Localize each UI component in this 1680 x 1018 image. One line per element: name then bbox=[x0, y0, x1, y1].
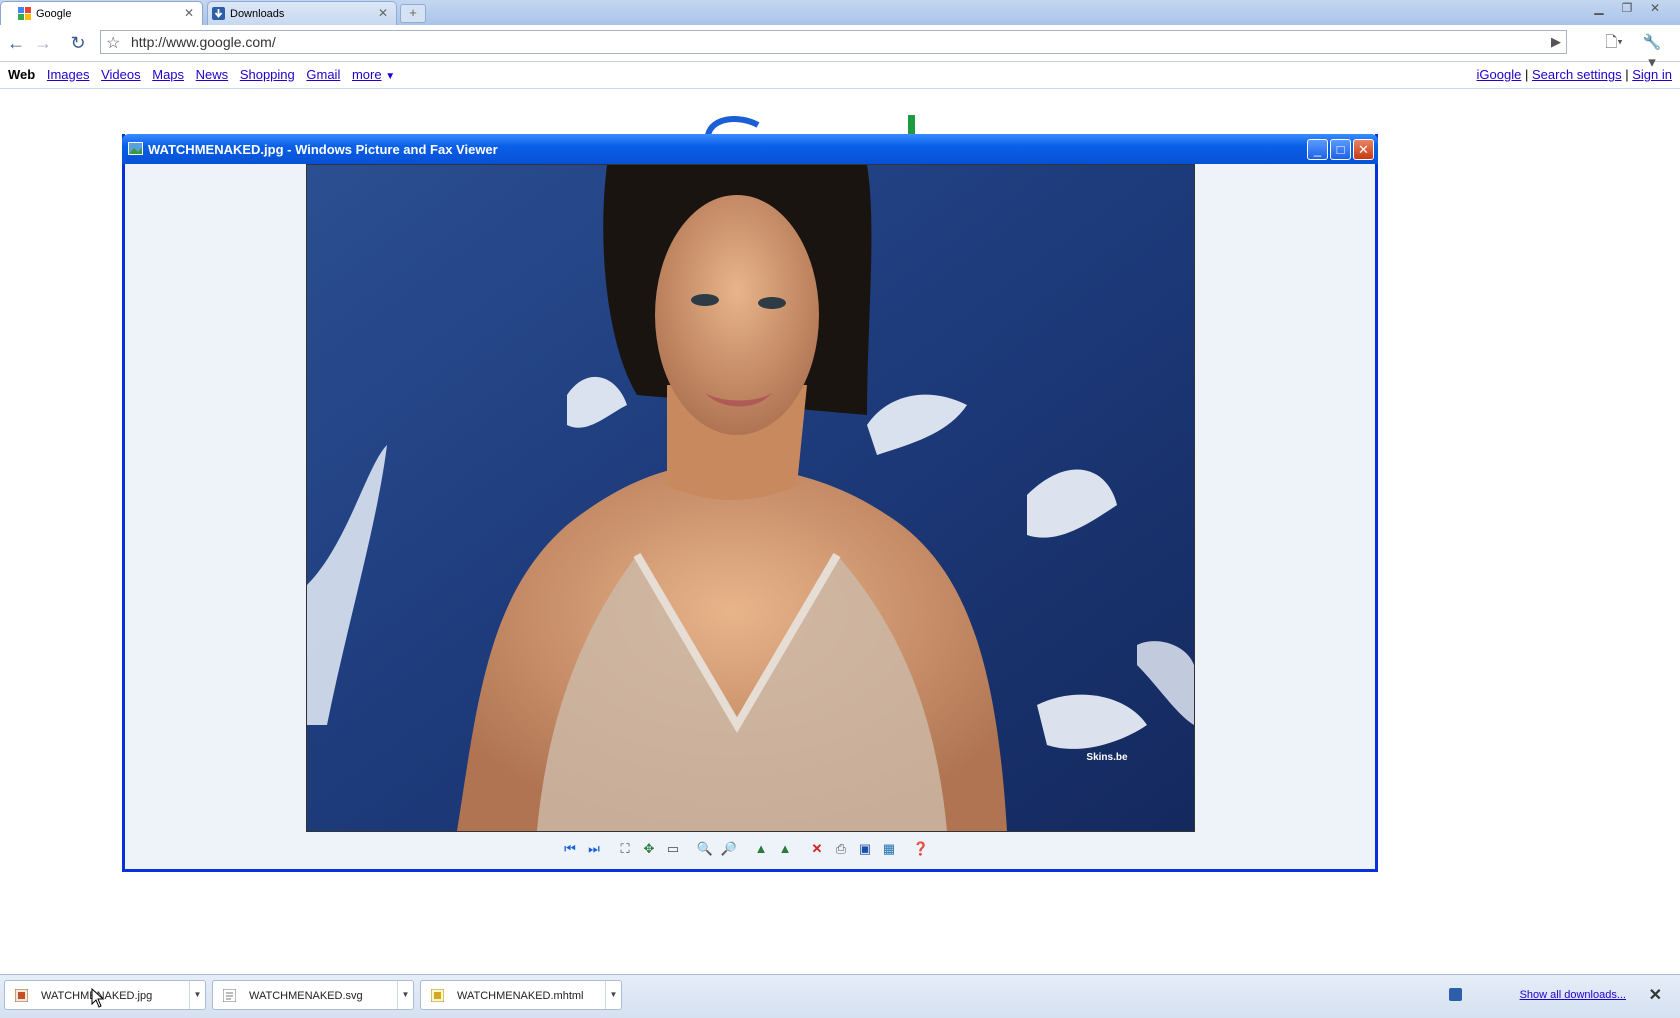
nav-gmail[interactable]: Gmail bbox=[306, 67, 340, 82]
link-igoogle[interactable]: iGoogle bbox=[1477, 67, 1522, 82]
nav-videos[interactable]: Videos bbox=[101, 67, 141, 82]
link-search-settings[interactable]: Search settings bbox=[1532, 67, 1622, 82]
rotate-clockwise-icon[interactable]: ▲ bbox=[752, 840, 770, 858]
nav-more[interactable]: more bbox=[352, 67, 382, 82]
nav-images[interactable]: Images bbox=[47, 67, 90, 82]
viewer-minimize-button[interactable]: _ bbox=[1307, 139, 1328, 160]
more-dropdown-icon[interactable]: ▼ bbox=[385, 71, 395, 82]
forward-icon[interactable]: → bbox=[33, 33, 53, 53]
zoom-out-icon[interactable]: 🔎 bbox=[720, 840, 738, 858]
address-input[interactable] bbox=[131, 33, 1531, 51]
tab-label: Google bbox=[36, 8, 72, 20]
download-menu-dropdown-icon[interactable]: ▼ bbox=[605, 981, 621, 1009]
displayed-photo: Skins.be bbox=[306, 164, 1195, 832]
reload-icon[interactable]: ↻ bbox=[68, 33, 88, 53]
save-icon[interactable]: ▣ bbox=[856, 840, 874, 858]
photo-watermark: Skins.be bbox=[1086, 752, 1128, 763]
downloads-favicon-icon bbox=[212, 7, 225, 20]
nav-maps[interactable]: Maps bbox=[152, 67, 184, 82]
rotate-counterclockwise-icon[interactable]: ▲ bbox=[776, 840, 794, 858]
previous-image-icon[interactable]: ⏮ bbox=[561, 840, 579, 858]
download-filename: WATCHMENAKED.svg bbox=[249, 990, 363, 1002]
nav-shopping[interactable]: Shopping bbox=[240, 67, 295, 82]
google-logo bbox=[705, 115, 915, 135]
show-all-downloads-link[interactable]: Show all downloads... bbox=[1520, 989, 1626, 1001]
back-icon[interactable]: ← bbox=[6, 33, 26, 53]
print-icon[interactable]: ⎙ bbox=[832, 840, 850, 858]
google-nav-bar: Web Images Videos Maps News Shopping Gma… bbox=[0, 62, 1680, 89]
photo-image: Skins.be bbox=[307, 165, 1194, 831]
tab-label: Downloads bbox=[230, 8, 285, 20]
picture-viewer-title: WATCHMENAKED.jpg - Windows Picture and F… bbox=[148, 142, 498, 157]
minimize-window-icon[interactable]: ▁ bbox=[1586, 0, 1612, 18]
download-menu-dropdown-icon[interactable]: ▼ bbox=[189, 981, 205, 1009]
nav-news[interactable]: News bbox=[196, 67, 229, 82]
new-tab-button[interactable]: + bbox=[400, 4, 426, 23]
wrench-menu-icon[interactable]: 🔧▾ bbox=[1642, 33, 1662, 71]
download-menu-dropdown-icon[interactable]: ▼ bbox=[397, 981, 413, 1009]
close-shelf-icon[interactable]: ✕ bbox=[1649, 985, 1662, 1005]
browser-toolbar: ← → ↻ ☆ ▶ 🗋▾ 🔧▾ bbox=[0, 25, 1680, 71]
next-image-icon[interactable]: ⏭ bbox=[585, 840, 603, 858]
web-archive-file-icon bbox=[431, 989, 444, 1002]
downloads-icon bbox=[1449, 988, 1462, 1001]
best-fit-icon[interactable]: ⛶ bbox=[616, 840, 634, 858]
viewer-maximize-button[interactable]: □ bbox=[1330, 139, 1351, 160]
zoom-in-icon[interactable]: 🔍 bbox=[696, 840, 714, 858]
downloads-shelf: WATCHMENAKED.jpg ▼ WATCHMENAKED.svg ▼ WA… bbox=[0, 974, 1680, 1018]
document-file-icon bbox=[223, 989, 236, 1002]
close-window-icon[interactable]: ✕ bbox=[1642, 0, 1668, 18]
download-item[interactable]: WATCHMENAKED.svg ▼ bbox=[212, 980, 414, 1010]
google-favicon-icon bbox=[18, 7, 31, 20]
delete-icon[interactable]: ✕ bbox=[808, 840, 826, 858]
go-icon[interactable]: ▶ bbox=[1551, 34, 1561, 50]
image-file-icon bbox=[15, 989, 28, 1002]
separator: | bbox=[1524, 67, 1529, 82]
edit-icon[interactable]: ▦ bbox=[880, 840, 898, 858]
address-bar[interactable]: ☆ ▶ bbox=[100, 30, 1567, 54]
tab-close-icon[interactable]: ✕ bbox=[184, 6, 194, 20]
mouse-pointer-icon bbox=[91, 988, 105, 1008]
restore-window-icon[interactable]: ❐ bbox=[1614, 0, 1640, 18]
page-menu-icon[interactable]: 🗋▾ bbox=[1604, 33, 1624, 53]
download-filename: WATCHMENAKED.mhtml bbox=[457, 990, 584, 1002]
actual-size-icon[interactable]: ✥ bbox=[640, 840, 658, 858]
link-sign-in[interactable]: Sign in bbox=[1632, 67, 1672, 82]
nav-web: Web bbox=[8, 67, 36, 82]
tab-google[interactable]: Google ✕ bbox=[0, 1, 203, 25]
download-item[interactable]: WATCHMENAKED.jpg ▼ bbox=[4, 980, 206, 1010]
viewer-close-button[interactable]: ✕ bbox=[1353, 139, 1374, 160]
download-item[interactable]: WATCHMENAKED.mhtml ▼ bbox=[420, 980, 622, 1010]
separator: | bbox=[1625, 67, 1629, 82]
picture-viewer-titlebar: WATCHMENAKED.jpg - Windows Picture and F… bbox=[122, 134, 1378, 164]
tab-strip: Google ✕ Downloads ✕ + ▁ ❐ ✕ bbox=[0, 0, 1680, 25]
tab-close-icon[interactable]: ✕ bbox=[378, 6, 388, 20]
help-icon[interactable]: ❓ bbox=[912, 840, 930, 858]
picture-viewer-app-icon bbox=[128, 142, 143, 155]
tab-downloads[interactable]: Downloads ✕ bbox=[207, 1, 397, 25]
bookmark-star-icon[interactable]: ☆ bbox=[106, 33, 120, 53]
slideshow-icon[interactable]: ▭ bbox=[664, 840, 682, 858]
